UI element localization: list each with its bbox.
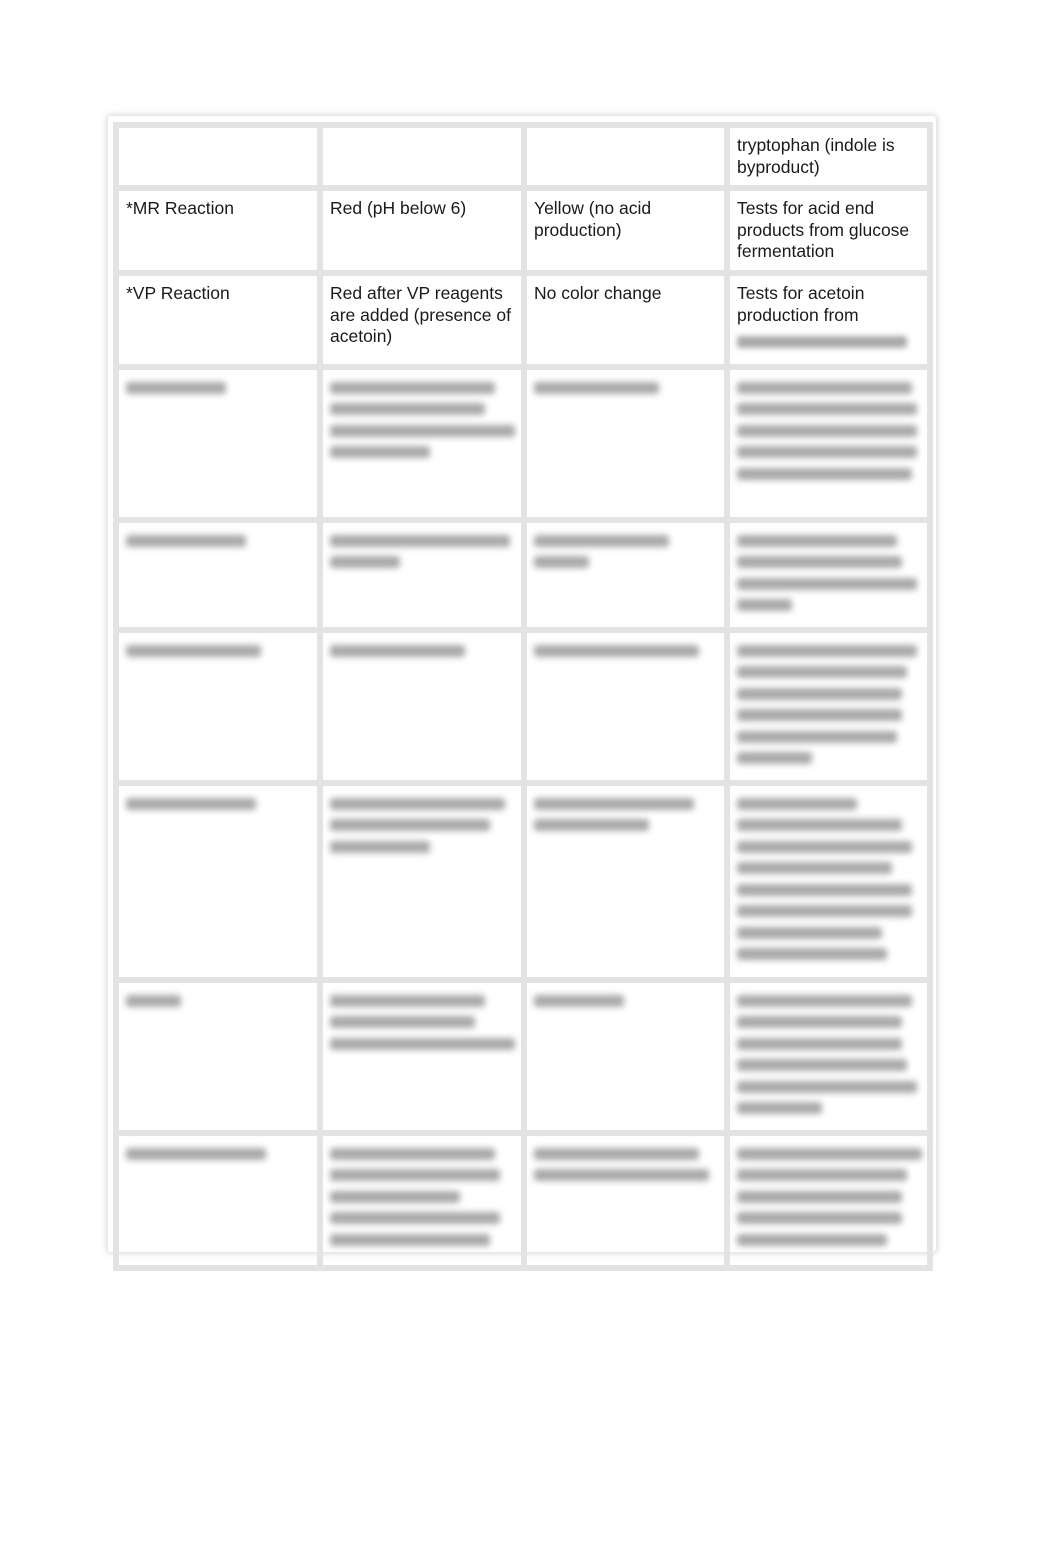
blurred-cell [317,363,527,523]
blurred-cell [724,1129,933,1271]
test-name-cell: *MR Reaction [113,185,323,276]
blurred-cell [317,1129,527,1271]
table-row [113,1129,933,1271]
positive-result-cell: Red after VP reagents are added (presenc… [317,270,527,370]
blurred-cell [317,779,527,983]
blurred-cell [113,976,323,1136]
table-cell [113,122,323,191]
table-cell: tryptophan (indole is byproduct) [724,122,933,191]
table-row [113,779,933,983]
purpose-cell: Tests for acid end products from glucose… [724,185,933,276]
table-row: tryptophan (indole is byproduct) [113,122,933,191]
blurred-cell [724,516,933,633]
blurred-cell [724,779,933,983]
blurred-cell [521,516,730,633]
blurred-rows [113,363,933,1271]
biochemical-tests-table: tryptophan (indole is byproduct) *MR Rea… [113,122,933,1271]
negative-result-cell: No color change [521,270,730,370]
table-row: *MR Reaction Red (pH below 6) Yellow (no… [113,185,933,276]
table-cell [317,122,527,191]
positive-result-cell: Red (pH below 6) [317,185,527,276]
blurred-cell [317,626,527,786]
blurred-cell [724,363,933,523]
blurred-cell [113,626,323,786]
blurred-cell [724,976,933,1136]
blurred-cell [113,1129,323,1271]
blurred-cell [521,779,730,983]
blurred-cell [113,363,323,523]
blurred-cell [724,626,933,786]
blurred-cell [521,363,730,523]
table-row: *VP Reaction Red after VP reagents are a… [113,270,933,370]
blurred-cell [113,779,323,983]
negative-result-cell: Yellow (no acid production) [521,185,730,276]
test-name-cell: *VP Reaction [113,270,323,370]
table-row [113,626,933,786]
blurred-cell [521,626,730,786]
blurred-cell [317,976,527,1136]
blurred-cell [521,976,730,1136]
blurred-text [737,336,907,348]
table-row [113,976,933,1136]
blurred-cell [113,516,323,633]
purpose-cell: Tests for acetoin production from [724,270,933,370]
table-row [113,516,933,633]
purpose-text: Tests for acetoin production from [737,283,865,325]
table-row [113,363,933,523]
blurred-cell [521,1129,730,1271]
table-cell [521,122,730,191]
blurred-cell [317,516,527,633]
